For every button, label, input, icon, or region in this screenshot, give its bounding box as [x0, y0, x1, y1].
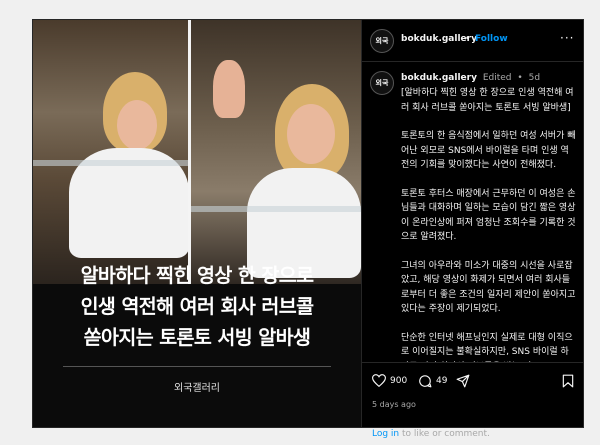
- post-header: 외국 bokduk.gallery • Follow ···: [362, 20, 584, 62]
- login-link[interactable]: Log in: [372, 429, 399, 439]
- comments-count: 49: [436, 376, 448, 386]
- separator-dot: •: [517, 73, 523, 83]
- likes-count: 900: [390, 375, 408, 386]
- caption-paragraph: 토론토의 한 음식점에서 일하던 여성 서버가 빼어난 외모로 SNS에서 바이…: [401, 131, 576, 170]
- counter-rail: [191, 206, 361, 212]
- heart-icon[interactable]: [372, 374, 386, 387]
- caption-paragraph: [알바하다 찍힌 영상 한 장으로 인생 역전해 여러 회사 러브콜 쏟아지는 …: [401, 88, 574, 113]
- caption-text: [알바하다 찍힌 영상 한 장으로 인생 역전해 여러 회사 러브콜 쏟아지는 …: [401, 86, 577, 362]
- face-shape: [117, 100, 157, 150]
- comment-icon[interactable]: [418, 374, 432, 388]
- bookmark-icon[interactable]: [562, 374, 574, 388]
- caption-meta: bokduk.gallery Edited • 5d: [401, 73, 540, 83]
- media-divider: [63, 366, 331, 367]
- login-prompt: Log in to like or comment.: [372, 429, 490, 439]
- separator-dot: •: [465, 34, 471, 44]
- comment-action[interactable]: 49: [418, 374, 447, 388]
- post-sidebar: 외국 bokduk.gallery • Follow ··· 외국 bokduk…: [361, 20, 584, 439]
- login-prompt-text: to like or comment.: [399, 429, 490, 439]
- post-modal: 알바하다 찍힌 영상 한 장으로 인생 역전해 여러 회사 러브콜 쏟아지는 토…: [32, 19, 584, 439]
- waving-hand-shape: [213, 60, 245, 118]
- headline-line: 쏟아지는 토론토 서빙 알바생: [83, 326, 311, 349]
- timestamp: 5 days ago: [372, 400, 416, 409]
- save-action[interactable]: [562, 373, 574, 392]
- action-bar: 900 49 5 days ago Log in to like or comm…: [362, 362, 584, 439]
- caption-paragraph: 그녀의 아우라와 미소가 대중의 시선을 사로잡았고, 해당 영상이 화제가 되…: [401, 260, 576, 315]
- more-options-icon[interactable]: ···: [560, 31, 574, 45]
- caption-username[interactable]: bokduk.gallery: [401, 73, 477, 83]
- photo-right: [191, 20, 361, 284]
- share-action[interactable]: [456, 374, 470, 388]
- caption-section: 외국 bokduk.gallery Edited • 5d [알바하다 찍힌 영…: [362, 63, 584, 362]
- face-shape: [287, 104, 335, 164]
- follow-button[interactable]: Follow: [475, 34, 508, 44]
- photo-left: [33, 20, 188, 284]
- media-brand: 외국갤러리: [174, 383, 220, 394]
- media-headline: 알바하다 찍힌 영상 한 장으로 인생 역전해 여러 회사 러브콜 쏟아지는 토…: [33, 260, 361, 353]
- caption-paragraph: 단순한 인터넷 해프닝인지 실제로 대형 이직으로 이어질지는 불확실하지만, …: [401, 332, 573, 363]
- like-action[interactable]: 900: [372, 374, 407, 387]
- counter-rail: [33, 160, 188, 166]
- post-media[interactable]: 알바하다 찍힌 영상 한 장으로 인생 역전해 여러 회사 러브콜 쏟아지는 토…: [33, 20, 361, 427]
- share-icon[interactable]: [456, 374, 470, 388]
- edited-label: Edited: [482, 73, 512, 83]
- headline-line: 알바하다 찍힌 영상 한 장으로: [80, 264, 314, 287]
- caption-avatar[interactable]: 외국: [370, 71, 394, 95]
- caption-paragraph: 토론토 후터스 매장에서 근무하던 이 여성은 손님들과 대화하며 일하는 모습…: [401, 188, 576, 243]
- avatar[interactable]: 외국: [370, 29, 394, 53]
- post-age: 5d: [528, 73, 541, 83]
- headline-line: 인생 역전해 여러 회사 러브콜: [80, 295, 314, 318]
